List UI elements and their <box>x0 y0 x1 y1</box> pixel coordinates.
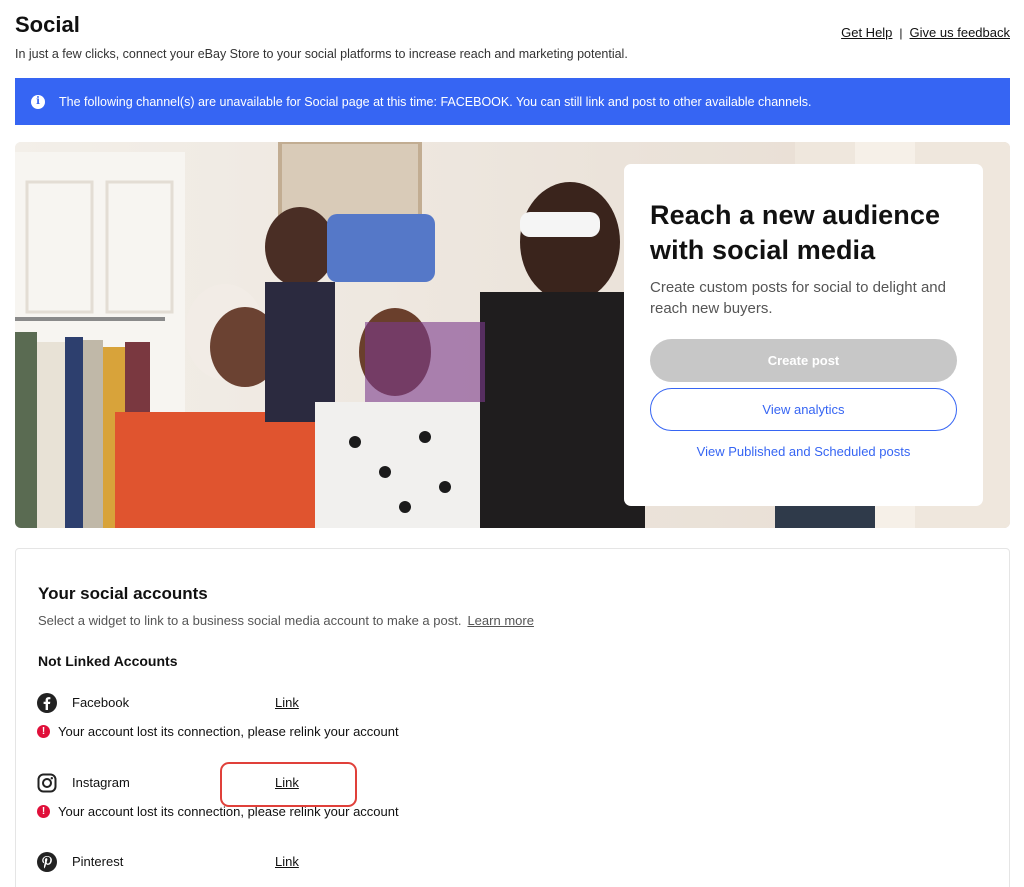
accounts-description: Select a widget to link to a business so… <box>38 613 534 628</box>
account-name: Pinterest <box>72 854 124 869</box>
facebook-icon <box>37 693 57 713</box>
error-icon: ! <box>37 805 50 818</box>
get-help-link[interactable]: Get Help <box>841 25 892 40</box>
instagram-icon <box>37 773 57 793</box>
hero-card: Reach a new audience with social media C… <box>624 164 983 506</box>
accounts-title: Your social accounts <box>38 584 208 603</box>
channel-alert: i The following channel(s) are unavailab… <box>15 78 1010 125</box>
feedback-link[interactable]: Give us feedback <box>910 25 1010 40</box>
account-row-facebook: Facebook Link <box>37 693 299 713</box>
account-name: Instagram <box>72 775 130 790</box>
page-subtitle: In just a few clicks, connect your eBay … <box>15 47 628 61</box>
highlight-annotation <box>220 762 357 807</box>
hero-description: Create custom posts for social to deligh… <box>650 279 946 317</box>
view-posts-link[interactable]: View Published and Scheduled posts <box>650 444 957 459</box>
account-row-pinterest: Pinterest Link <box>37 852 299 872</box>
pinterest-icon <box>37 852 57 872</box>
info-icon: i <box>31 94 45 109</box>
view-analytics-button[interactable]: View analytics <box>650 388 957 431</box>
top-links: Get Help | Give us feedback <box>841 25 1010 40</box>
page-title: Social <box>15 12 80 37</box>
alert-text: The following channel(s) are unavailable… <box>59 94 812 109</box>
account-name: Facebook <box>72 695 130 710</box>
hero-title: Reach a new audience with social media <box>650 200 941 265</box>
facebook-link[interactable]: Link <box>275 695 299 710</box>
error-text: Your account lost its connection, please… <box>58 724 399 739</box>
learn-more-link[interactable]: Learn more <box>467 613 533 628</box>
not-linked-title: Not Linked Accounts <box>38 653 178 669</box>
accounts-description-text: Select a widget to link to a business so… <box>38 613 462 628</box>
error-icon: ! <box>37 725 50 738</box>
facebook-error: ! Your account lost its connection, plea… <box>37 724 399 739</box>
create-post-button[interactable]: Create post <box>650 339 957 382</box>
link-separator: | <box>899 25 903 40</box>
account-row-instagram: Instagram Link <box>37 773 299 793</box>
social-accounts-panel: Your social accounts Select a widget to … <box>15 548 1010 887</box>
pinterest-link[interactable]: Link <box>275 854 299 869</box>
